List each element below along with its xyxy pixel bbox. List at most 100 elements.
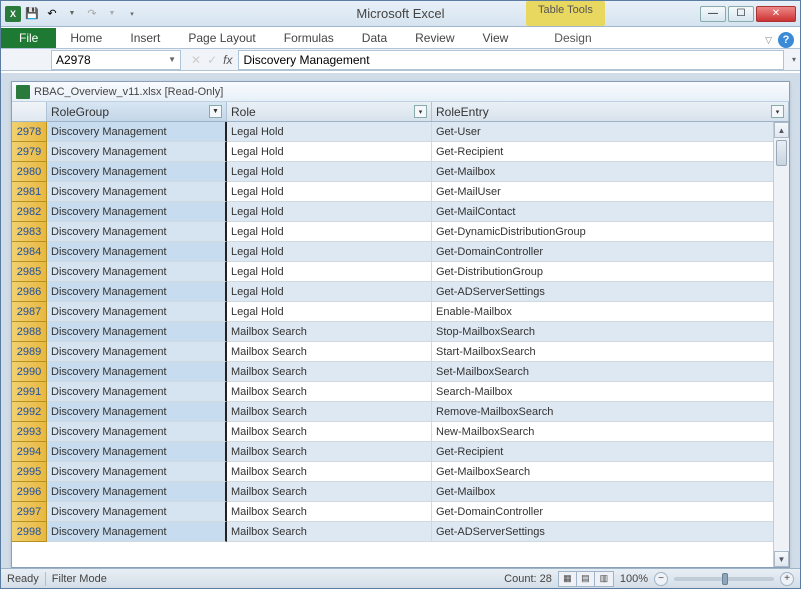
row-header[interactable]: 2986 [12, 282, 47, 302]
cell-rolegroup[interactable]: Discovery Management [47, 262, 227, 282]
table-row[interactable]: 2993Discovery ManagementMailbox SearchNe… [12, 422, 789, 442]
table-row[interactable]: 2992Discovery ManagementMailbox SearchRe… [12, 402, 789, 422]
cell-roleentry[interactable]: Get-DomainController [432, 502, 789, 522]
table-row[interactable]: 2988Discovery ManagementMailbox SearchSt… [12, 322, 789, 342]
tab-design[interactable]: Design [540, 28, 605, 48]
tab-insert[interactable]: Insert [116, 28, 174, 48]
table-row[interactable]: 2979Discovery ManagementLegal HoldGet-Re… [12, 142, 789, 162]
cell-rolegroup[interactable]: Discovery Management [47, 382, 227, 402]
row-header[interactable]: 2993 [12, 422, 47, 442]
cell-role[interactable]: Mailbox Search [227, 462, 432, 482]
row-header[interactable]: 2995 [12, 462, 47, 482]
cell-roleentry[interactable]: New-MailboxSearch [432, 422, 789, 442]
cell-rolegroup[interactable]: Discovery Management [47, 462, 227, 482]
cell-roleentry[interactable]: Get-DomainController [432, 242, 789, 262]
table-row[interactable]: 2983Discovery ManagementLegal HoldGet-Dy… [12, 222, 789, 242]
row-header[interactable]: 2982 [12, 202, 47, 222]
cell-roleentry[interactable]: Stop-MailboxSearch [432, 322, 789, 342]
cell-roleentry[interactable]: Get-DynamicDistributionGroup [432, 222, 789, 242]
table-row[interactable]: 2989Discovery ManagementMailbox SearchSt… [12, 342, 789, 362]
cell-roleentry[interactable]: Get-Recipient [432, 442, 789, 462]
cell-rolegroup[interactable]: Discovery Management [47, 162, 227, 182]
help-icon[interactable]: ? [778, 32, 794, 48]
cell-roleentry[interactable]: Start-MailboxSearch [432, 342, 789, 362]
row-header[interactable]: 2991 [12, 382, 47, 402]
zoom-level[interactable]: 100% [620, 573, 648, 585]
row-header[interactable]: 2990 [12, 362, 47, 382]
filter-dropdown-icon[interactable]: ▾ [414, 105, 427, 118]
cell-rolegroup[interactable]: Discovery Management [47, 442, 227, 462]
cell-role[interactable]: Mailbox Search [227, 382, 432, 402]
cell-role[interactable]: Mailbox Search [227, 322, 432, 342]
scroll-up-icon[interactable]: ▲ [774, 122, 789, 138]
table-row[interactable]: 2994Discovery ManagementMailbox SearchGe… [12, 442, 789, 462]
cell-rolegroup[interactable]: Discovery Management [47, 222, 227, 242]
cell-role[interactable]: Legal Hold [227, 122, 432, 142]
cell-role[interactable]: Legal Hold [227, 282, 432, 302]
row-header[interactable]: 2984 [12, 242, 47, 262]
table-row[interactable]: 2996Discovery ManagementMailbox SearchGe… [12, 482, 789, 502]
cell-role[interactable]: Legal Hold [227, 182, 432, 202]
cell-rolegroup[interactable]: Discovery Management [47, 402, 227, 422]
table-row[interactable]: 2982Discovery ManagementLegal HoldGet-Ma… [12, 202, 789, 222]
row-header[interactable]: 2996 [12, 482, 47, 502]
cell-roleentry[interactable]: Get-MailboxSearch [432, 462, 789, 482]
cell-roleentry[interactable]: Get-Recipient [432, 142, 789, 162]
row-header[interactable]: 2978 [12, 122, 47, 142]
cell-role[interactable]: Mailbox Search [227, 482, 432, 502]
cell-roleentry[interactable]: Get-User [432, 122, 789, 142]
cell-rolegroup[interactable]: Discovery Management [47, 182, 227, 202]
formula-input[interactable]: Discovery Management [238, 50, 784, 70]
cell-rolegroup[interactable]: Discovery Management [47, 422, 227, 442]
cell-role[interactable]: Mailbox Search [227, 522, 432, 542]
undo-dropdown-icon[interactable]: ▼ [63, 5, 81, 23]
zoom-in-button[interactable]: + [780, 572, 794, 586]
filter-dropdown-icon[interactable]: ▾ [771, 105, 784, 118]
table-row[interactable]: 2986Discovery ManagementLegal HoldGet-AD… [12, 282, 789, 302]
table-row[interactable]: 2981Discovery ManagementLegal HoldGet-Ma… [12, 182, 789, 202]
workbook-title-bar[interactable]: RBAC_Overview_v11.xlsx [Read-Only] [12, 82, 789, 102]
row-header[interactable]: 2981 [12, 182, 47, 202]
redo-icon[interactable]: ↷ [83, 5, 101, 23]
fx-icon[interactable]: fx [223, 53, 232, 67]
row-header[interactable]: 2989 [12, 342, 47, 362]
table-row[interactable]: 2978Discovery ManagementLegal HoldGet-Us… [12, 122, 789, 142]
cell-role[interactable]: Legal Hold [227, 302, 432, 322]
cell-roleentry[interactable]: Get-Mailbox [432, 162, 789, 182]
tab-file[interactable]: File [1, 28, 56, 48]
scroll-down-icon[interactable]: ▼ [774, 551, 789, 567]
zoom-slider[interactable] [674, 577, 774, 581]
name-box-dropdown-icon[interactable]: ▼ [168, 55, 176, 64]
cell-rolegroup[interactable]: Discovery Management [47, 302, 227, 322]
cell-rolegroup[interactable]: Discovery Management [47, 362, 227, 382]
table-row[interactable]: 2984Discovery ManagementLegal HoldGet-Do… [12, 242, 789, 262]
cell-role[interactable]: Mailbox Search [227, 402, 432, 422]
cell-role[interactable]: Mailbox Search [227, 422, 432, 442]
row-header[interactable]: 2992 [12, 402, 47, 422]
cell-rolegroup[interactable]: Discovery Management [47, 122, 227, 142]
cell-role[interactable]: Mailbox Search [227, 502, 432, 522]
table-row[interactable]: 2997Discovery ManagementMailbox SearchGe… [12, 502, 789, 522]
maximize-button[interactable]: ☐ [728, 6, 754, 22]
cell-rolegroup[interactable]: Discovery Management [47, 242, 227, 262]
cell-role[interactable]: Legal Hold [227, 222, 432, 242]
tab-formulas[interactable]: Formulas [270, 28, 348, 48]
cell-rolegroup[interactable]: Discovery Management [47, 522, 227, 542]
cell-roleentry[interactable]: Get-ADServerSettings [432, 522, 789, 542]
view-page-break-icon[interactable]: ▥ [595, 572, 613, 586]
row-header[interactable]: 2987 [12, 302, 47, 322]
column-header-role[interactable]: Role ▾ [227, 102, 432, 121]
cell-roleentry[interactable]: Get-MailContact [432, 202, 789, 222]
cell-rolegroup[interactable]: Discovery Management [47, 282, 227, 302]
table-row[interactable]: 2998Discovery ManagementMailbox SearchGe… [12, 522, 789, 542]
cell-role[interactable]: Legal Hold [227, 162, 432, 182]
cell-roleentry[interactable]: Get-MailUser [432, 182, 789, 202]
row-header[interactable]: 2979 [12, 142, 47, 162]
row-header[interactable]: 2983 [12, 222, 47, 242]
cell-roleentry[interactable]: Get-DistributionGroup [432, 262, 789, 282]
cell-role[interactable]: Legal Hold [227, 242, 432, 262]
row-header[interactable]: 2997 [12, 502, 47, 522]
table-row[interactable]: 2995Discovery ManagementMailbox SearchGe… [12, 462, 789, 482]
expand-formula-bar-icon[interactable]: ▾ [788, 55, 800, 64]
cell-role[interactable]: Mailbox Search [227, 442, 432, 462]
